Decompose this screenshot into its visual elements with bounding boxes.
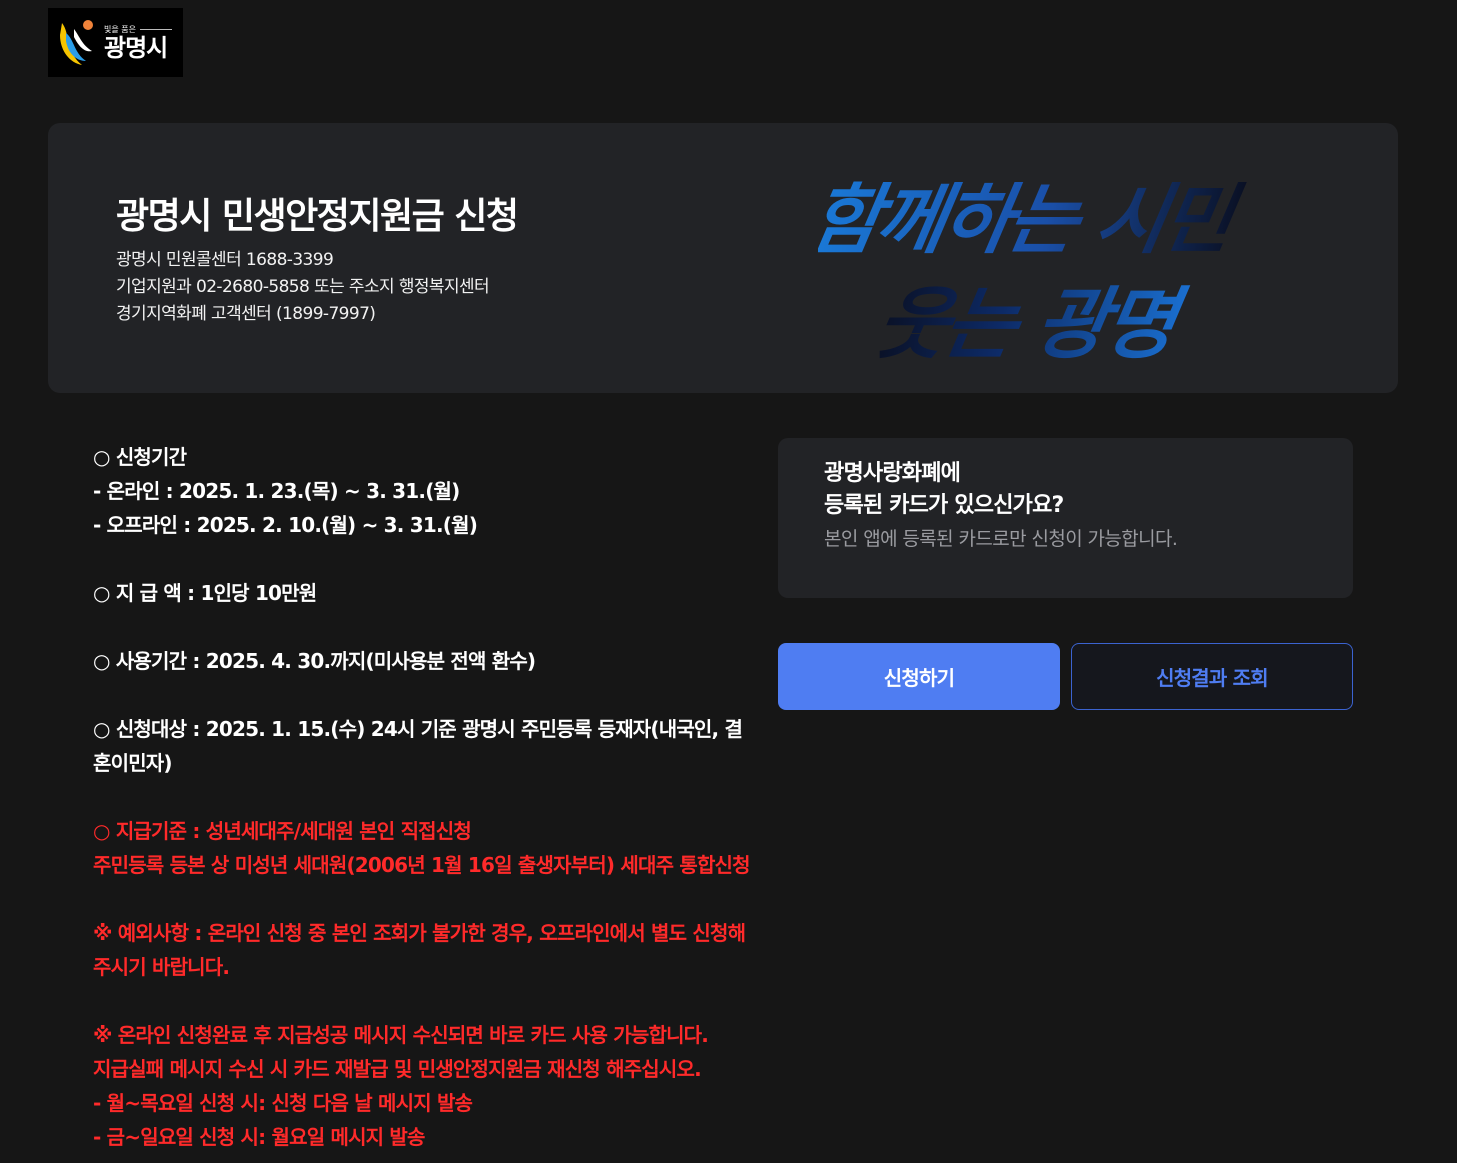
calligraphy-line-2: 웃는 광명 — [869, 278, 1192, 370]
contact-line-department: 기업지원과 02-2680-5858 또는 주소지 행정복지센터 — [116, 277, 490, 297]
logo-name: 광명시 — [104, 33, 168, 62]
info-note-failure: 지급실패 메시지 수신 시 카드 재발급 및 민생안정지원금 재신청 해주십시오… — [93, 1057, 702, 1081]
contact-line-currency-center: 경기지역화폐 고객센터 (1899-7997) — [116, 304, 376, 324]
hero-banner: 광명시 민생안정지원금 신청 광명시 민원콜센터 1688-3399 기업지원과… — [48, 123, 1398, 393]
info-usage-period: ○ 사용기간 : 2025. 4. 30.까지(미사용분 전액 환수) — [93, 649, 536, 673]
apply-button[interactable]: 신청하기 — [778, 643, 1060, 710]
info-criteria: ○ 지급기준 : 성년세대주/세대원 본인 직접신청 — [93, 819, 472, 843]
info-note-weekend: - 금~일요일 신청 시: 월요일 메시지 발송 — [93, 1125, 425, 1149]
check-result-button[interactable]: 신청결과 조회 — [1071, 643, 1353, 710]
page: 빛을 품은 광명시 광명시 민생안정지원금 신청 광명시 민원콜센터 1688-… — [0, 0, 1457, 1163]
application-info: ○ 신청기간 - 온라인 : 2025. 1. 23.(목) ~ 3. 31.(… — [93, 440, 753, 1154]
slogan-calligraphy: 함께하는 시민 웃는 광명 — [818, 176, 1248, 370]
card-registration-notice: 광명사랑화폐에 등록된 카드가 있으신가요? 본인 앱에 등록된 카드로만 신청… — [778, 438, 1353, 598]
info-period-title: ○ 신청기간 — [93, 445, 187, 469]
info-amount: ○ 지 급 액 : 1인당 10만원 — [93, 581, 317, 605]
logo-text: 빛을 품은 광명시 — [104, 24, 172, 61]
city-logo[interactable]: 빛을 품은 광명시 — [48, 8, 183, 77]
info-period-offline: - 오프라인 : 2025. 2. 10.(월) ~ 3. 31.(월) — [93, 513, 478, 537]
info-note-weekday: - 월~목요일 신청 시: 신청 다음 날 메시지 발송 — [93, 1091, 473, 1115]
page-title: 광명시 민생안정지원금 신청 — [116, 196, 519, 237]
info-criteria-minor: 주민등록 등본 상 미성년 세대원(2006년 1월 16일 출생자부터) 세대… — [93, 853, 751, 877]
contact-line-callcenter: 광명시 민원콜센터 1688-3399 — [116, 250, 334, 270]
logo-mark-icon — [60, 19, 93, 65]
card-description: 본인 앱에 등록된 카드로만 신청이 가능합니다. — [824, 528, 1178, 550]
card-title-line-1: 광명사랑화폐에 — [824, 461, 961, 486]
contact-info: 광명시 민원콜센터 1688-3399 기업지원과 02-2680-5858 또… — [116, 247, 490, 328]
info-target: ○ 신청대상 : 2025. 1. 15.(수) 24시 기준 광명시 주민등록… — [93, 717, 743, 775]
calligraphy-line-1: 함께하는 시민 — [818, 176, 1248, 265]
info-exception: ※ 예외사항 : 온라인 신청 중 본인 조회가 불가한 경우, 오프라인에서 … — [93, 921, 746, 979]
card-title-line-2: 등록된 카드가 있으신가요? — [824, 493, 1064, 518]
info-note-success: ※ 온라인 신청완료 후 지급성공 메시지 수신되면 바로 카드 사용 가능합니… — [93, 1023, 709, 1047]
info-period-online: - 온라인 : 2025. 1. 23.(목) ~ 3. 31.(월) — [93, 479, 460, 503]
